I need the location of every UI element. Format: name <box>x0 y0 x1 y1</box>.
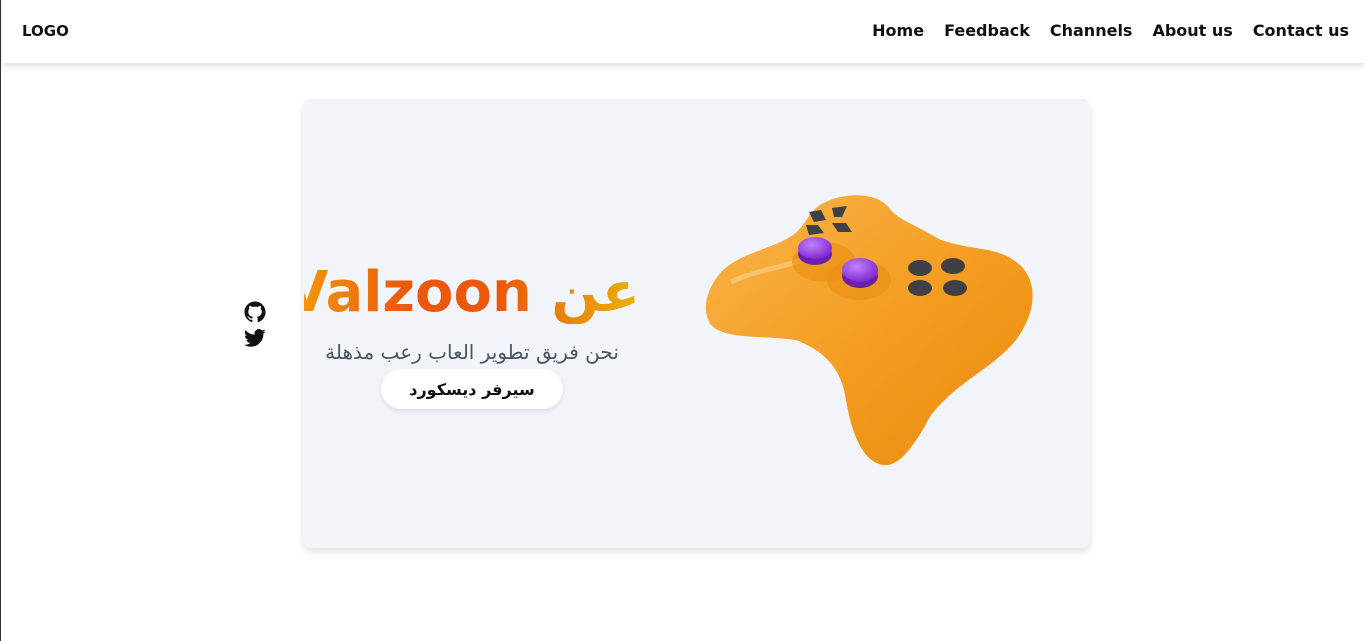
github-icon[interactable] <box>244 301 266 323</box>
nav-home[interactable]: Home <box>872 21 924 40</box>
nav-menu: Home Feedback Channels About us Contact … <box>872 21 1349 40</box>
game-controller-illustration <box>705 195 1033 466</box>
navbar: LOGO Home Feedback Channels About us Con… <box>2 0 1365 63</box>
hero-title-text: عن Valzoon <box>304 260 640 324</box>
nav-channels[interactable]: Channels <box>1050 21 1133 40</box>
nav-about-us[interactable]: About us <box>1152 21 1232 40</box>
nav-feedback[interactable]: Feedback <box>944 21 1030 40</box>
social-links <box>244 301 266 353</box>
nav-contact-us[interactable]: Contact us <box>1253 21 1349 40</box>
discord-server-button[interactable]: سيرفر ديسكورد <box>381 369 563 409</box>
logo[interactable]: LOGO <box>22 22 69 40</box>
hero-title: عن Valzoon <box>304 258 640 324</box>
twitter-icon[interactable] <box>244 327 266 349</box>
hero-subtitle: نحن فريق تطوير العاب رعب مذهلة <box>325 340 619 364</box>
